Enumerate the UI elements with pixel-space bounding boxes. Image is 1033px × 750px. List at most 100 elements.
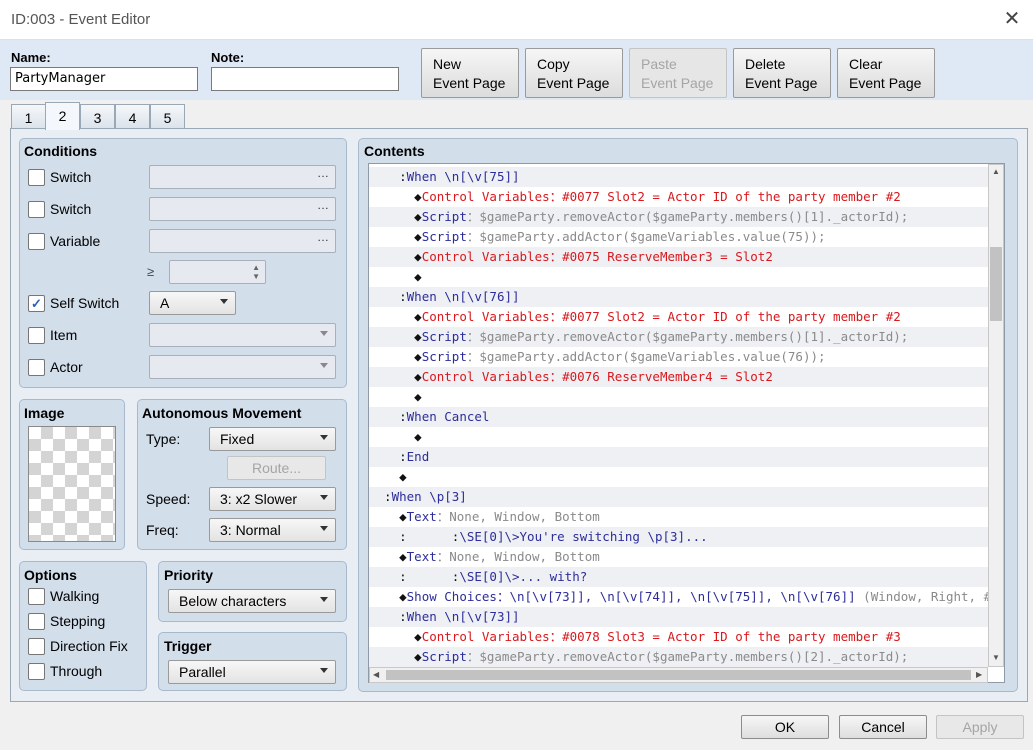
command-text: ◆ xyxy=(369,349,422,364)
switch1-field[interactable]: … xyxy=(149,165,336,189)
item-select[interactable] xyxy=(149,323,336,347)
route-button[interactable]: Route... xyxy=(227,456,326,480)
switch1-checkbox[interactable] xyxy=(28,169,45,186)
self-switch-value: A xyxy=(160,295,170,311)
command-line[interactable]: ◆ xyxy=(369,387,990,407)
gte-symbol: ≥ xyxy=(147,264,155,279)
priority-select[interactable]: Below characters xyxy=(168,589,336,613)
direction-fix-checkbox[interactable] xyxy=(28,638,45,655)
horizontal-scroll-thumb[interactable] xyxy=(386,670,971,680)
command-line[interactable]: :End xyxy=(369,447,990,467)
command-text: : xyxy=(369,409,407,424)
variable-value-spinner[interactable]: ▲ ▼ xyxy=(169,260,266,284)
command-text: ◆ xyxy=(369,549,407,564)
command-line[interactable]: :When \n[\v[75]] xyxy=(369,167,990,187)
self-switch-checkbox[interactable]: ✓ xyxy=(28,295,45,312)
tab-page-5[interactable]: 5 xyxy=(150,104,185,130)
command-line[interactable]: ◆Control Variables：#0076 ReserveMember4 … xyxy=(369,367,990,387)
walking-checkbox[interactable] xyxy=(28,588,45,605)
command-line[interactable]: ◆Control Variables：#0077 Slot2 = Actor I… xyxy=(369,307,990,327)
command-line[interactable]: ◆Text：None, Window, Bottom xyxy=(369,547,990,567)
chevron-down-icon xyxy=(320,495,328,500)
command-line[interactable]: : :\SE[0]\>... with? xyxy=(369,567,990,587)
stepping-checkbox[interactable] xyxy=(28,613,45,630)
command-line[interactable]: ◆Control Variables：#0075 ReserveMember3 … xyxy=(369,247,990,267)
image-title: Image xyxy=(24,405,65,421)
command-text: When \n[\v[75]] xyxy=(406,169,520,184)
scroll-down-icon[interactable]: ▼ xyxy=(992,653,1000,662)
command-text: Text xyxy=(406,549,437,564)
ok-button[interactable]: OK xyxy=(741,715,829,739)
command-text: ◆ xyxy=(369,429,422,444)
cancel-button[interactable]: Cancel xyxy=(839,715,927,739)
switch1-label: Switch xyxy=(50,169,92,185)
vertical-scroll-thumb[interactable] xyxy=(990,247,1002,321)
window-title: ID:003 - Event Editor xyxy=(11,11,151,28)
command-text: ：None, Window, Bottom xyxy=(436,549,600,564)
command-text: When Cancel xyxy=(406,409,490,424)
command-line[interactable]: ◆Script：$gameParty.removeActor($gamePart… xyxy=(369,327,990,347)
spin-up-icon[interactable]: ▲ xyxy=(252,263,260,272)
trigger-select[interactable]: Parallel xyxy=(168,660,336,684)
copy-event-page-button[interactable]: Copy Event Page xyxy=(525,48,623,98)
command-text: End xyxy=(406,449,430,464)
event-command-list[interactable]: :When \n[\v[75]] ◆Control Variables：#007… xyxy=(368,163,1005,683)
command-line[interactable]: ◆Control Variables：#0077 Slot2 = Actor I… xyxy=(369,187,990,207)
tab-page-4[interactable]: 4 xyxy=(115,104,150,130)
spin-down-icon[interactable]: ▼ xyxy=(252,272,260,281)
apply-button[interactable]: Apply xyxy=(936,715,1024,739)
command-line[interactable]: :When \p[3] xyxy=(369,487,990,507)
command-line[interactable]: :When \n[\v[73]] xyxy=(369,607,990,627)
command-line[interactable]: ◆Script：$gameParty.removeActor($gamePart… xyxy=(369,207,990,227)
scroll-right-icon[interactable]: ▶ xyxy=(976,670,982,679)
tab-page-3[interactable]: 3 xyxy=(80,104,115,130)
tab-page-1[interactable]: 1 xyxy=(11,104,46,130)
variable-field[interactable]: … xyxy=(149,229,336,253)
command-text: : xyxy=(369,609,407,624)
ellipsis-icon: … xyxy=(317,166,329,180)
command-line[interactable]: :When \n[\v[76]] xyxy=(369,287,990,307)
horizontal-scrollbar[interactable]: ◀ ▶ xyxy=(369,667,988,683)
command-line[interactable]: ◆Script：$gameParty.addActor($gameVariabl… xyxy=(369,227,990,247)
self-switch-select[interactable]: A xyxy=(149,291,236,315)
tab-page-2[interactable]: 2 xyxy=(45,102,80,130)
command-text: Control Variables：#0075 ReserveMember3 =… xyxy=(421,249,773,264)
switch2-field[interactable]: … xyxy=(149,197,336,221)
command-line[interactable]: ◆Show Choices：\n[\v[73]], \n[\v[74]], \n… xyxy=(369,587,1004,607)
command-line[interactable]: ◆Script：$gameParty.removeActor($gamePart… xyxy=(369,647,990,667)
new-event-page-button[interactable]: New Event Page xyxy=(421,48,519,98)
command-line[interactable]: ◆ xyxy=(369,467,990,487)
autonomous-movement-title: Autonomous Movement xyxy=(142,405,302,421)
event-image-preview[interactable] xyxy=(28,426,116,542)
button-line-2: Event Page xyxy=(849,75,922,91)
item-checkbox[interactable] xyxy=(28,327,45,344)
vertical-scrollbar[interactable]: ▲ ▼ xyxy=(988,164,1004,667)
actor-checkbox[interactable] xyxy=(28,359,45,376)
command-text: Control Variables：#0077 Slot2 = Actor ID… xyxy=(421,189,901,204)
command-text: ◆ xyxy=(369,509,407,524)
command-line[interactable]: ◆Script：$gameParty.addActor($gameVariabl… xyxy=(369,347,990,367)
switch2-checkbox[interactable] xyxy=(28,201,45,218)
command-line[interactable]: ◆ xyxy=(369,267,990,287)
command-line[interactable]: ◆Text：None, Window, Bottom xyxy=(369,507,990,527)
command-line[interactable]: ◆ xyxy=(369,427,990,447)
freq-value: 3: Normal xyxy=(220,522,281,538)
variable-checkbox[interactable] xyxy=(28,233,45,250)
close-icon[interactable]: ✕ xyxy=(999,6,1025,32)
note-field[interactable] xyxy=(211,67,399,91)
actor-select[interactable] xyxy=(149,355,336,379)
scroll-up-icon[interactable]: ▲ xyxy=(992,167,1000,176)
through-checkbox[interactable] xyxy=(28,663,45,680)
command-text: When \n[\v[76]] xyxy=(406,289,520,304)
freq-select[interactable]: 3: Normal xyxy=(209,518,336,542)
speed-select[interactable]: 3: x2 Slower xyxy=(209,487,336,511)
movement-type-select[interactable]: Fixed xyxy=(209,427,336,451)
command-line[interactable]: : :\SE[0]\>You're switching \p[3]... xyxy=(369,527,990,547)
clear-event-page-button[interactable]: Clear Event Page xyxy=(837,48,935,98)
paste-event-page-button[interactable]: Paste Event Page xyxy=(629,48,727,98)
scroll-left-icon[interactable]: ◀ xyxy=(373,670,379,679)
command-line[interactable]: :When Cancel xyxy=(369,407,990,427)
name-field[interactable]: PartyManager xyxy=(10,67,198,91)
command-line[interactable]: ◆Control Variables：#0078 Slot3 = Actor I… xyxy=(369,627,990,647)
delete-event-page-button[interactable]: Delete Event Page xyxy=(733,48,831,98)
